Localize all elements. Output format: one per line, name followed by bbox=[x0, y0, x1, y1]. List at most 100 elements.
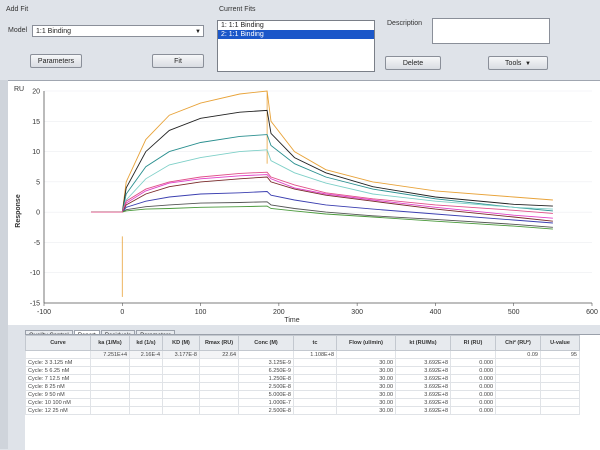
parameters-button[interactable]: Parameters bbox=[30, 54, 82, 68]
table-cell bbox=[495, 390, 541, 399]
table-row[interactable]: Cycle: 5 6.25 nM 6.250E-9 30.00 3.692E+8 0.0… bbox=[25, 366, 580, 375]
table-cell: 7.251E+4 bbox=[90, 350, 130, 359]
table-cell bbox=[540, 382, 580, 391]
table-cell bbox=[129, 366, 163, 375]
table-cell bbox=[495, 382, 541, 391]
table-cell: Cycle: 12 25 nM bbox=[25, 406, 91, 415]
x-axis-label: Time bbox=[284, 317, 299, 324]
column-header[interactable]: KD (M) bbox=[162, 335, 200, 351]
y-tick-label: 0 bbox=[36, 210, 40, 217]
table-cell: 3.692E+8 bbox=[395, 398, 451, 407]
column-header[interactable]: kt (RU/Ms) bbox=[395, 335, 451, 351]
column-header[interactable]: U-value bbox=[540, 335, 580, 351]
tools-button[interactable]: Tools ▼ bbox=[488, 56, 548, 70]
y-tick-label: -5 bbox=[34, 240, 40, 247]
table-cell: Cycle: 9 50 nM bbox=[25, 390, 91, 399]
y-axis-label: Response bbox=[15, 194, 22, 228]
table-cell bbox=[162, 406, 200, 415]
table-cell: 30.00 bbox=[336, 390, 396, 399]
delete-button[interactable]: Delete bbox=[385, 56, 441, 70]
table-cell: Cycle: 5 6.25 nM bbox=[25, 366, 91, 375]
column-header[interactable]: Rmax (RU) bbox=[199, 335, 239, 351]
table-cell: 2.500E-8 bbox=[238, 406, 294, 415]
table-row[interactable]: Cycle: 8 25 nM 2.500E-8 30.00 3.692E+8 0.000 bbox=[25, 382, 580, 391]
table-cell bbox=[293, 366, 337, 375]
table-cell: 1.108E+8 bbox=[293, 350, 337, 359]
x-tick-label: 500 bbox=[508, 309, 520, 316]
table-cell bbox=[90, 366, 130, 375]
table-cell bbox=[540, 406, 580, 415]
current-fits-list[interactable]: 1: 1:1 Binding 2: 1:1 Binding bbox=[217, 20, 375, 72]
fit-list-item-selected[interactable]: 2: 1:1 Binding bbox=[218, 30, 374, 39]
table-cell: 3.692E+8 bbox=[395, 406, 451, 415]
description-label: Description bbox=[387, 20, 423, 27]
table-row[interactable]: Cycle: 9 50 nM 5.000E-8 30.00 3.692E+8 0.000 bbox=[25, 390, 580, 399]
table-row[interactable]: Cycle: 10 100 nM 1.000E-7 30.00 3.692E+8 0.0… bbox=[25, 398, 580, 407]
table-cell bbox=[90, 358, 130, 367]
series-line-7 bbox=[91, 201, 553, 228]
column-header[interactable]: RI (RU) bbox=[450, 335, 496, 351]
series-line-1 bbox=[91, 109, 553, 213]
table-cell bbox=[238, 350, 294, 359]
table-cell bbox=[540, 358, 580, 367]
description-field[interactable] bbox=[432, 18, 550, 44]
table-cell bbox=[495, 366, 541, 375]
table-cell bbox=[540, 374, 580, 383]
table-cell: 5.000E-8 bbox=[238, 390, 294, 399]
table-cell: 1.250E-8 bbox=[238, 374, 294, 383]
table-cell: 1.000E-7 bbox=[238, 398, 294, 407]
series-line-3 bbox=[91, 149, 553, 213]
table-cell bbox=[199, 382, 239, 391]
table-cell bbox=[495, 398, 541, 407]
table-cell: 30.00 bbox=[336, 366, 396, 375]
column-header[interactable]: Flow (ul/min) bbox=[336, 335, 396, 351]
table-cell bbox=[162, 366, 200, 375]
table-row[interactable]: Cycle: 3 3.125 nM 3.125E-9 30.00 3.692E+8 0.… bbox=[25, 358, 580, 367]
table-cell: 0.000 bbox=[450, 406, 496, 415]
table-cell: Cycle: 7 12.5 nM bbox=[25, 374, 91, 383]
table-cell bbox=[293, 398, 337, 407]
chevron-down-icon: ▼ bbox=[195, 29, 201, 35]
table-row[interactable]: Cycle: 12 25 nM 2.500E-8 30.00 3.692E+8 0.00… bbox=[25, 406, 580, 415]
y-tick-label: 15 bbox=[32, 119, 40, 126]
model-select[interactable]: 1:1 Binding ▼ bbox=[32, 25, 204, 37]
table-cell: 3.692E+8 bbox=[395, 374, 451, 383]
table-cell: 30.00 bbox=[336, 374, 396, 383]
table-cell: 95 bbox=[540, 350, 580, 359]
column-header[interactable]: Curve bbox=[25, 335, 91, 351]
table-cell bbox=[293, 358, 337, 367]
table-row[interactable]: 7.251E+4 2.16E-4 3.177E-8 22.64 1.108E+8 0.09… bbox=[25, 350, 580, 359]
column-header[interactable]: ka (1/Ms) bbox=[90, 335, 130, 351]
column-header[interactable]: Chi² (RU²) bbox=[495, 335, 541, 351]
table-cell: 0.000 bbox=[450, 366, 496, 375]
table-cell bbox=[90, 406, 130, 415]
table-cell bbox=[199, 406, 239, 415]
table-cell bbox=[129, 398, 163, 407]
table-cell: 0.000 bbox=[450, 374, 496, 383]
report-table-panel: Curve ka (1/Ms) kd (1/s) KD (M) Rmax (RU) Con… bbox=[25, 334, 600, 450]
unit-label: RU bbox=[14, 86, 24, 93]
table-cell bbox=[540, 366, 580, 375]
x-tick-label: 200 bbox=[273, 309, 285, 316]
table-cell: 0.09 bbox=[495, 350, 541, 359]
table-cell bbox=[129, 358, 163, 367]
table-cell: 30.00 bbox=[336, 406, 396, 415]
x-tick-label: 0 bbox=[120, 309, 124, 316]
table-cell: 30.00 bbox=[336, 358, 396, 367]
table-cell bbox=[495, 358, 541, 367]
table-cell bbox=[129, 374, 163, 383]
table-row[interactable]: Cycle: 7 12.5 nM 1.250E-8 30.00 3.692E+8 0.0… bbox=[25, 374, 580, 383]
column-header[interactable]: tc bbox=[293, 335, 337, 351]
table-cell: 0.000 bbox=[450, 382, 496, 391]
table-cell bbox=[129, 382, 163, 391]
y-tick-label: 20 bbox=[32, 89, 40, 96]
table-cell bbox=[199, 390, 239, 399]
y-tick-label: -15 bbox=[30, 301, 40, 308]
column-header[interactable]: kd (1/s) bbox=[129, 335, 163, 351]
fit-button[interactable]: Fit bbox=[152, 54, 204, 68]
table-cell bbox=[90, 374, 130, 383]
table-cell bbox=[162, 374, 200, 383]
column-header[interactable]: Conc (M) bbox=[238, 335, 294, 351]
table-cell: 3.692E+8 bbox=[395, 382, 451, 391]
fit-list-item[interactable]: 1: 1:1 Binding bbox=[218, 21, 374, 30]
